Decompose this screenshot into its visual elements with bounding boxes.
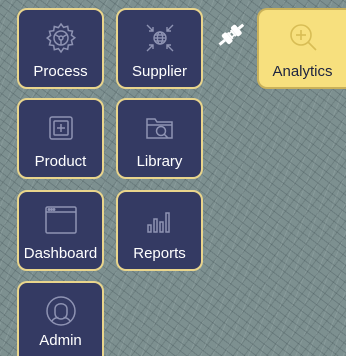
plug-icon (214, 18, 248, 52)
library-label: Library (136, 153, 183, 170)
supplier-tile[interactable]: Supplier (116, 8, 203, 89)
bar-chart-icon (142, 202, 178, 238)
dashboard-tile[interactable]: Dashboard (17, 190, 104, 271)
dashboard-label: Dashboard (23, 245, 98, 262)
admin-tile[interactable]: Admin (17, 281, 104, 356)
reports-label: Reports (133, 245, 186, 262)
library-tile[interactable]: Library (116, 98, 203, 179)
product-tile[interactable]: Product (17, 98, 104, 179)
zoom-in-icon (285, 20, 321, 56)
folder-search-icon (142, 110, 178, 146)
admin-label: Admin (39, 332, 82, 349)
supplier-label: Supplier (131, 63, 188, 80)
reports-tile[interactable]: Reports (116, 190, 203, 271)
add-box-icon (43, 110, 79, 146)
gear-icon (43, 20, 79, 56)
user-icon (43, 293, 79, 329)
product-label: Product (34, 153, 87, 170)
analytics-label: Analytics (272, 63, 333, 80)
analytics-tile[interactable]: Analytics (257, 8, 346, 89)
app-launcher-screen: { "tiles": { "process": { "label": "Proc… (0, 0, 346, 356)
browser-window-icon (43, 202, 79, 238)
process-label: Process (33, 63, 88, 80)
globe-network-icon (142, 20, 178, 56)
process-tile[interactable]: Process (17, 8, 104, 89)
